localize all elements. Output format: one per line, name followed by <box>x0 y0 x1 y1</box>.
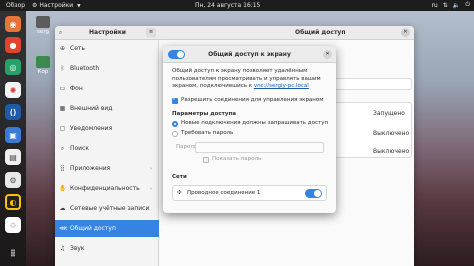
search-icon[interactable]: ⌕ <box>59 29 62 37</box>
confirm-access-radio[interactable] <box>172 121 178 127</box>
service-status: Выключено <box>373 148 410 155</box>
document-viewer-icon[interactable]: ▤ <box>5 149 21 165</box>
sidebar-item-label: Поиск <box>70 145 90 152</box>
network-icon: ⊕ <box>59 45 66 52</box>
dialog-headerbar: Общий доступ к экрану ✕ <box>163 46 336 63</box>
sidebar-item-label: Звук <box>70 245 85 252</box>
hamburger-menu-icon[interactable]: ≡ <box>146 28 156 37</box>
sharing-icon: ⋘ <box>59 225 68 232</box>
settings-icon[interactable]: ⚙ <box>5 172 21 188</box>
dialog-description: Общий доступ к экрану позволяет удалённы… <box>172 68 332 91</box>
sidebar-item-label: Фон <box>70 85 83 92</box>
privacy-icon: ✋ <box>59 185 67 192</box>
sidebar-item-applications[interactable]: ⣿ Приложения › <box>55 160 159 177</box>
page-title: Общий доступ <box>295 29 346 36</box>
power-icon: ⏻ <box>465 1 470 8</box>
network-label: Проводное соединение 1 <box>187 190 261 196</box>
sidebar-item-sound[interactable]: ♫ Звук <box>55 240 159 257</box>
desktop-trash[interactable]: Кор <box>36 56 50 75</box>
activities-button[interactable]: Обзор <box>6 2 25 9</box>
sidebar-item-label: Сетевые учётные записи <box>70 205 150 212</box>
networks-heading: Сети <box>172 174 187 180</box>
dock: ◉ ● ◎ ✺ ⟨⟩ ▣ ▤ ⚙ ◐ ♻ ⣿ <box>0 11 26 266</box>
require-password-radio[interactable] <box>172 131 178 137</box>
app-green-icon[interactable]: ◎ <box>5 59 21 75</box>
network-row: ✣ Проводное соединение 1 <box>172 185 327 201</box>
background-icon: ▭ <box>59 85 66 92</box>
service-status: Выключено <box>373 130 410 137</box>
close-icon[interactable]: ✕ <box>401 28 410 37</box>
network-icon: ✣ <box>177 190 182 196</box>
vscode-icon[interactable]: ⟨⟩ <box>5 104 21 120</box>
dialog-title: Общий доступ к экрану <box>208 51 291 58</box>
service-status: Запущено <box>373 110 405 117</box>
online-accounts-icon: ☁ <box>59 205 66 212</box>
password-field[interactable] <box>195 142 324 153</box>
clock[interactable]: Пн, 24 августа 16:15 <box>195 2 260 9</box>
chevron-right-icon: › <box>150 165 152 172</box>
confirm-access-label: Новые подключения должны запрашивать дос… <box>181 120 329 126</box>
sidebar-item-label: Сеть <box>70 45 85 52</box>
appearance-icon: ▦ <box>59 105 66 112</box>
search-icon: ⌕ <box>60 144 65 152</box>
firefox-icon[interactable]: ◉ <box>5 16 21 32</box>
folder-icon <box>36 16 50 28</box>
app-menu-label: Настройки <box>39 2 74 9</box>
bluetooth-icon: ᛒ <box>60 65 65 72</box>
settings-headerbar: ⌕ Настройки ≡ Общий доступ ✕ <box>55 26 414 40</box>
chevron-right-icon: › <box>150 185 152 192</box>
app-blue-icon[interactable]: ▣ <box>5 127 21 143</box>
desktop-icon-label: Кор <box>37 69 49 75</box>
sidebar-item-search[interactable]: ⌕ Поиск <box>55 140 159 157</box>
allow-control-checkbox[interactable] <box>172 96 178 104</box>
volume-icon: 🔈 <box>452 1 461 9</box>
network-toggle[interactable] <box>305 189 322 198</box>
sidebar-item-label: Уведомления <box>70 125 113 132</box>
vnc-address-link[interactable]: vnc://sergiy-pc.local <box>254 83 309 89</box>
applications-icon: ⣿ <box>60 165 65 172</box>
trash-icon <box>36 56 50 68</box>
app-red-icon[interactable]: ✺ <box>5 82 21 98</box>
show-apps-icon[interactable]: ⣿ <box>5 245 21 261</box>
sidebar-item-background[interactable]: ▭ Фон <box>55 80 159 97</box>
require-password-label: Требовать пароль <box>181 130 234 136</box>
sidebar-item-label: Приложения <box>70 165 111 172</box>
sidebar-item-online-accounts[interactable]: ☁ Сетевые учётные записи <box>55 200 159 217</box>
app-menu[interactable]: ⚙ Настройки ▼ <box>32 2 81 9</box>
chevron-down-icon: ▼ <box>77 4 81 9</box>
app-menu-icon: ⚙ <box>32 2 38 9</box>
sidebar-title: Настройки <box>89 29 127 36</box>
show-password-checkbox[interactable] <box>203 157 209 163</box>
desktop-icon-label: serg <box>37 29 49 35</box>
sidebar-item-network[interactable]: ⊕ Сеть <box>55 40 159 57</box>
sidebar-item-label: Конфиденциальность <box>70 185 140 192</box>
notifications-icon: ▢ <box>59 125 66 132</box>
sidebar-item-label: Общий доступ <box>70 225 116 232</box>
access-params-heading: Параметры доступа <box>172 111 236 117</box>
language-indicator[interactable]: ru <box>431 2 437 9</box>
close-icon[interactable]: ✕ <box>323 50 332 59</box>
sidebar-item-label: Bluetooth <box>70 65 100 72</box>
system-tray[interactable]: ru ⇅ 🔈 ⏻ <box>431 1 470 9</box>
top-panel: Обзор ⚙ Настройки ▼ Пн, 24 августа 16:15… <box>0 0 474 11</box>
sidebar-item-bluetooth[interactable]: ᛒ Bluetooth <box>55 60 159 77</box>
show-password-label: Показать пароль <box>212 156 262 162</box>
sound-icon: ♫ <box>59 245 66 252</box>
desktop-home-folder[interactable]: serg <box>36 16 50 35</box>
network-status-icon: ⇅ <box>442 1 448 9</box>
sidebar: ⊕ Сеть ᛒ Bluetooth ▭ Фон ▦ Внешний вид ▢… <box>55 40 159 266</box>
screen-sharing-dialog: Общий доступ к экрану ✕ Общий доступ к э… <box>163 46 336 213</box>
sidebar-item-appearance[interactable]: ▦ Внешний вид <box>55 100 159 117</box>
app-yellow-icon[interactable]: ◐ <box>5 194 21 210</box>
software-center-icon[interactable]: ● <box>5 37 21 53</box>
trash-icon[interactable]: ♻ <box>5 217 21 233</box>
allow-control-label: Разрешить соединения для управления экра… <box>181 97 324 103</box>
sidebar-item-notifications[interactable]: ▢ Уведомления <box>55 120 159 137</box>
sidebar-item-label: Внешний вид <box>70 105 113 112</box>
sidebar-item-privacy[interactable]: ✋ Конфиденциальность › <box>55 180 159 197</box>
sidebar-item-sharing[interactable]: ⋘ Общий доступ <box>55 220 159 237</box>
